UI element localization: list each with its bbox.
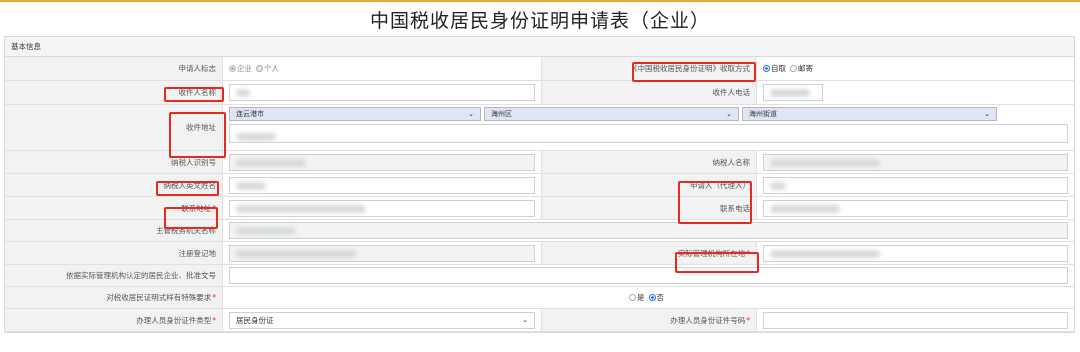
form-row: 依据实际管理机构认定的居民企业、批准文号 <box>5 265 1074 287</box>
address-fields: 连云港市 ⌄ 海州区 ⌄ 海州街道 ⌄ <box>223 105 1074 150</box>
form-row: 纳税人识别号 纳税人名称 <box>5 151 1074 174</box>
taxpayer-name-label: 纳税人名称 <box>541 151 757 173</box>
agent-input[interactable] <box>763 176 1068 194</box>
taxpayer-name-input[interactable] <box>763 153 1068 171</box>
radio-dot-icon <box>256 65 263 72</box>
highlight-box <box>169 112 226 158</box>
special-format-radios: 是 否 <box>223 287 1074 308</box>
handler-id-type-label: 办理人员身份证件类型 * <box>5 309 223 331</box>
actual-management-input[interactable] <box>763 244 1068 262</box>
radio-dot-icon <box>229 65 236 72</box>
form-row: 办理人员身份证件类型 * 居民身份证 ⌄ 办理人员身份证件号码 * <box>5 309 1074 332</box>
radio-dot-icon <box>648 294 656 301</box>
recipient-phone-input[interactable] <box>763 84 823 101</box>
handler-id-no-label: 办理人员身份证件号码 * <box>541 309 757 331</box>
handler-id-no-input[interactable] <box>763 311 1068 329</box>
taxpayer-id-input[interactable] <box>229 153 535 171</box>
radio-no[interactable]: 否 <box>648 292 664 303</box>
radio-enterprise[interactable]: 企业 <box>229 63 252 74</box>
handler-id-type-select[interactable]: 居民身份证 ⌄ <box>229 311 535 329</box>
applicant-type-radios: 企业 个人 <box>223 57 541 80</box>
radio-dot-icon <box>629 294 636 301</box>
highlight-box <box>164 87 224 102</box>
radio-dot-icon <box>790 65 797 72</box>
city-select[interactable]: 连云港市 ⌄ <box>229 107 481 121</box>
contact-address-input[interactable] <box>229 199 535 217</box>
recipient-name-input[interactable] <box>229 84 535 101</box>
registered-place-input[interactable] <box>229 244 535 262</box>
highlight-box <box>156 181 219 196</box>
form-row: 收件地址 连云港市 ⌄ 海州区 ⌄ 海州街道 ⌄ <box>5 105 1074 151</box>
top-accent-line <box>0 0 1080 2</box>
radio-individual[interactable]: 个人 <box>256 63 279 74</box>
approval-doc-label: 依据实际管理机构认定的居民企业、批准文号 <box>5 265 223 286</box>
chevron-down-icon: ⌄ <box>468 110 474 118</box>
tax-authority-input[interactable] <box>229 222 1068 239</box>
form-row: 注册登记地 实际管理机构所在地 * <box>5 242 1074 265</box>
district-select[interactable]: 海州区 ⌄ <box>484 107 739 121</box>
highlight-box <box>164 207 218 229</box>
special-format-label: 对税收居民证明式样有特殊要求 * <box>5 287 223 308</box>
street-select[interactable]: 海州街道 ⌄ <box>742 107 997 121</box>
section-header: 基本信息 <box>5 37 1074 57</box>
recipient-phone-label: 收件人电话 <box>541 81 757 104</box>
chevron-down-icon: ⌄ <box>522 316 528 324</box>
highlight-box <box>632 62 756 82</box>
highlight-box <box>675 252 759 273</box>
radio-mail[interactable]: 邮寄 <box>790 63 813 74</box>
contact-phone-input[interactable] <box>763 199 1068 217</box>
english-name-input[interactable] <box>229 176 535 194</box>
approval-doc-input[interactable] <box>229 267 1068 284</box>
radio-dot-icon <box>763 65 770 72</box>
radio-self-pickup[interactable]: 自取 <box>763 63 786 74</box>
form-row: 对税收居民证明式样有特殊要求 * 是 否 <box>5 287 1074 309</box>
receive-method-radios: 自取 邮寄 <box>757 57 1074 80</box>
radio-yes[interactable]: 是 <box>629 292 645 303</box>
chevron-down-icon: ⌄ <box>984 110 990 118</box>
form-row: 申请人标志 企业 个人 《中国税收居民身份证明》收取方式 自取 邮寄 <box>5 57 1074 81</box>
page-title: 中国税收居民身份证明申请表（企业） <box>369 10 710 32</box>
highlight-box <box>678 181 752 224</box>
applicant-type-label: 申请人标志 <box>5 57 223 80</box>
registered-place-label: 注册登记地 <box>5 242 223 264</box>
detail-address-input[interactable] <box>229 124 1068 143</box>
chevron-down-icon: ⌄ <box>726 110 732 118</box>
